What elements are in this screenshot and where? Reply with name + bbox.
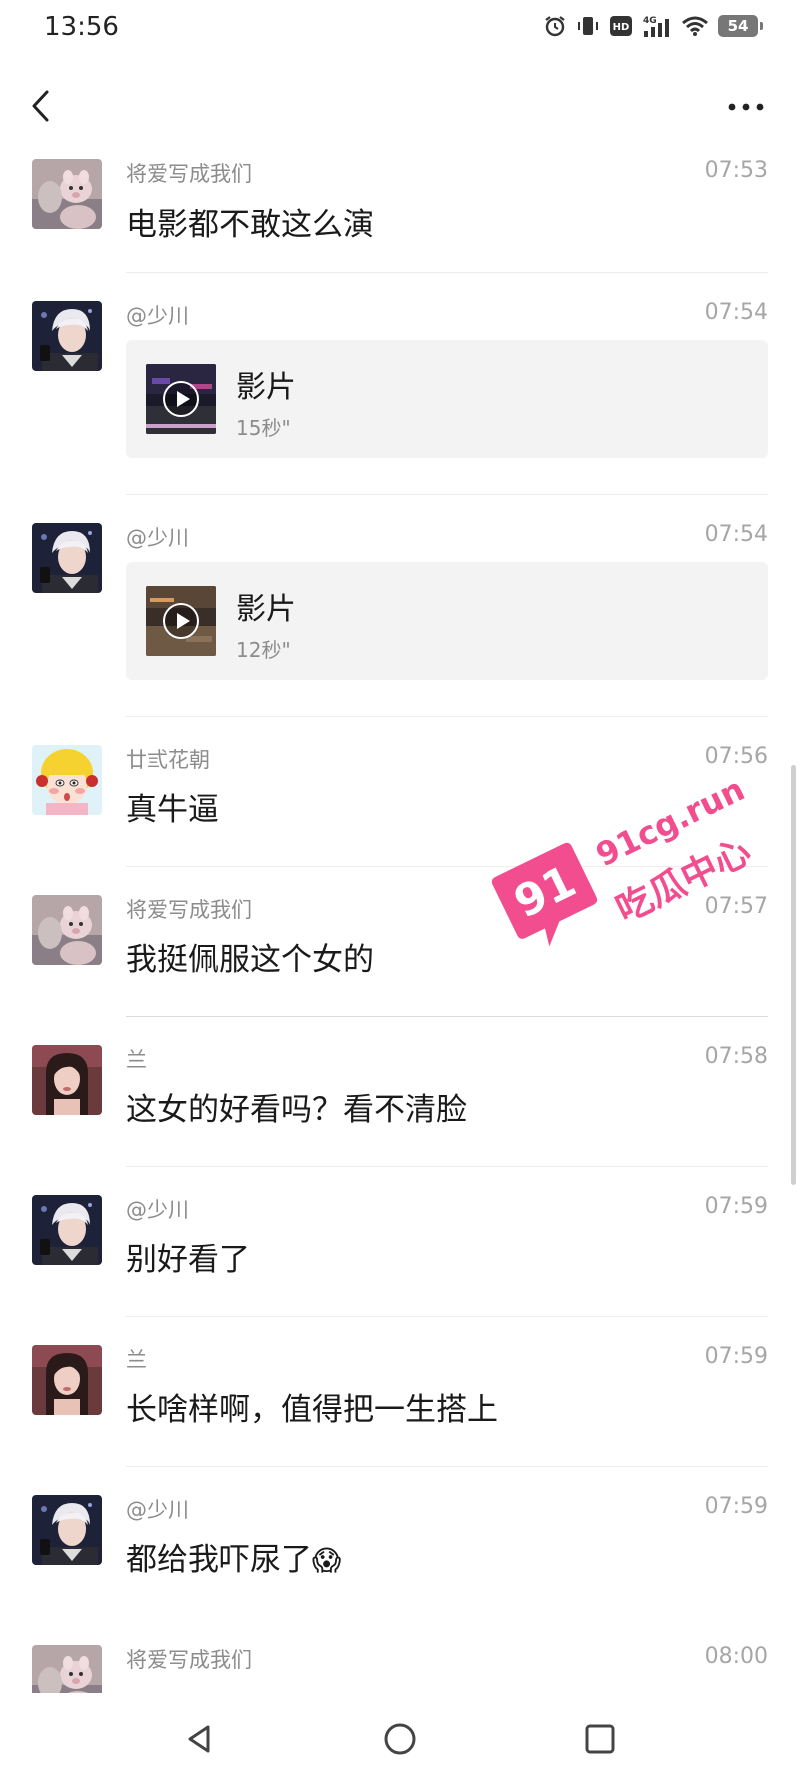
more-options-button[interactable] [722, 92, 772, 122]
system-navigation-bar [0, 1693, 800, 1784]
scream-emoji-icon: 😱 [312, 1544, 342, 1577]
video-title: 影片 [236, 592, 296, 627]
video-card[interactable]: 影片 15秒" [126, 340, 768, 458]
svg-text:HD: HD [613, 22, 630, 33]
avatar[interactable] [32, 523, 102, 593]
sender-name[interactable]: 将爱写成我们 [126, 158, 252, 188]
message-time: 07:53 [704, 158, 768, 183]
sender-name[interactable]: 廿弎花朝 [126, 744, 210, 774]
list-item[interactable]: 兰 07:59 长啥样啊，值得把一生搭上 [0, 1317, 800, 1467]
system-back-button[interactable] [178, 1717, 222, 1761]
message-text: 长啥样啊，值得把一生搭上 [126, 1392, 498, 1428]
message-time: 07:56 [704, 744, 768, 769]
sender-name[interactable]: 兰 [126, 1044, 147, 1074]
message-time: 07:59 [704, 1494, 768, 1519]
list-item[interactable]: 兰 07:58 这女的好看吗？看不清脸 [0, 1017, 800, 1167]
avatar[interactable] [32, 1195, 102, 1265]
message-text: 真牛逼 [126, 792, 219, 828]
play-icon [161, 601, 201, 641]
sender-name[interactable]: @少川 [126, 1194, 189, 1224]
system-home-button[interactable] [378, 1717, 422, 1761]
avatar[interactable] [32, 745, 102, 815]
avatar[interactable] [32, 1495, 102, 1565]
avatar[interactable] [32, 1345, 102, 1415]
alarm-icon [545, 16, 565, 37]
system-recents-button[interactable] [578, 1717, 622, 1761]
message-text-body: 都给我吓尿了 [126, 1542, 312, 1578]
sender-name[interactable]: @少川 [126, 522, 189, 552]
hd-icon: HD [610, 16, 632, 36]
sender-name[interactable]: @少川 [126, 1494, 189, 1524]
video-thumbnail[interactable] [146, 364, 216, 434]
message-time: 07:54 [704, 300, 768, 325]
list-item[interactable]: 将爱写成我们 08:00 [0, 1617, 800, 1693]
message-text: 我挺佩服这个女的 [126, 942, 374, 978]
avatar[interactable] [32, 1645, 102, 1693]
video-duration: 15秒" [236, 416, 291, 440]
video-duration: 12秒" [236, 638, 291, 662]
list-item[interactable]: @少川 07:59 都给我吓尿了😱 [0, 1467, 800, 1617]
chevron-left-icon [32, 90, 49, 122]
status-time: 13:56 [44, 12, 119, 42]
message-text: 别好看了 [126, 1242, 250, 1278]
watermark-logo: 91 91cg.run 吃瓜中心 [490, 770, 757, 1020]
message-text: 这女的好看吗？看不清脸 [126, 1092, 467, 1128]
message-time: 07:59 [704, 1194, 768, 1219]
square-recents-icon [585, 1724, 615, 1754]
vibrate-icon [578, 17, 598, 35]
message-time: 07:59 [704, 1344, 768, 1369]
status-icons: HD 4G 54 [543, 14, 763, 38]
sender-name[interactable]: 兰 [126, 1344, 147, 1374]
video-title: 影片 [236, 370, 296, 405]
avatar[interactable] [32, 895, 102, 965]
video-card[interactable]: 影片 12秒" [126, 562, 768, 680]
avatar[interactable] [32, 301, 102, 371]
circle-home-icon [384, 1723, 416, 1755]
triangle-back-icon [188, 1725, 210, 1753]
more-horizontal-icon [728, 103, 764, 111]
message-time: 07:58 [704, 1044, 768, 1069]
list-item[interactable]: @少川 07:54 影片 15秒" [0, 273, 800, 495]
scrollbar[interactable] [791, 765, 796, 1185]
wifi-icon [682, 16, 708, 36]
list-item[interactable]: 将爱写成我们 07:53 电影都不敢这么演 [0, 150, 800, 273]
avatar[interactable] [32, 159, 102, 229]
message-time: 08:00 [704, 1644, 768, 1669]
message-time: 07:54 [704, 522, 768, 547]
sender-name[interactable]: 将爱写成我们 [126, 894, 252, 924]
svg-text:4G: 4G [643, 16, 657, 26]
sender-name[interactable]: 将爱写成我们 [126, 1644, 252, 1674]
signal-4g-icon: 4G [643, 16, 669, 37]
message-text: 都给我吓尿了😱 [126, 1534, 341, 1579]
top-nav-bar [0, 62, 800, 150]
list-item[interactable]: @少川 07:54 影片 12秒" [0, 495, 800, 717]
play-icon [161, 379, 201, 419]
avatar[interactable] [32, 1045, 102, 1115]
battery-icon: 54 [718, 15, 763, 37]
message-text: 电影都不敢这么演 [126, 207, 374, 243]
back-button[interactable] [22, 86, 62, 126]
video-thumbnail[interactable] [146, 586, 216, 656]
sender-name[interactable]: @少川 [126, 300, 189, 330]
list-item[interactable]: @少川 07:59 别好看了 [0, 1167, 800, 1317]
status-bar: 13:56 HD 4G 54 [0, 0, 800, 62]
